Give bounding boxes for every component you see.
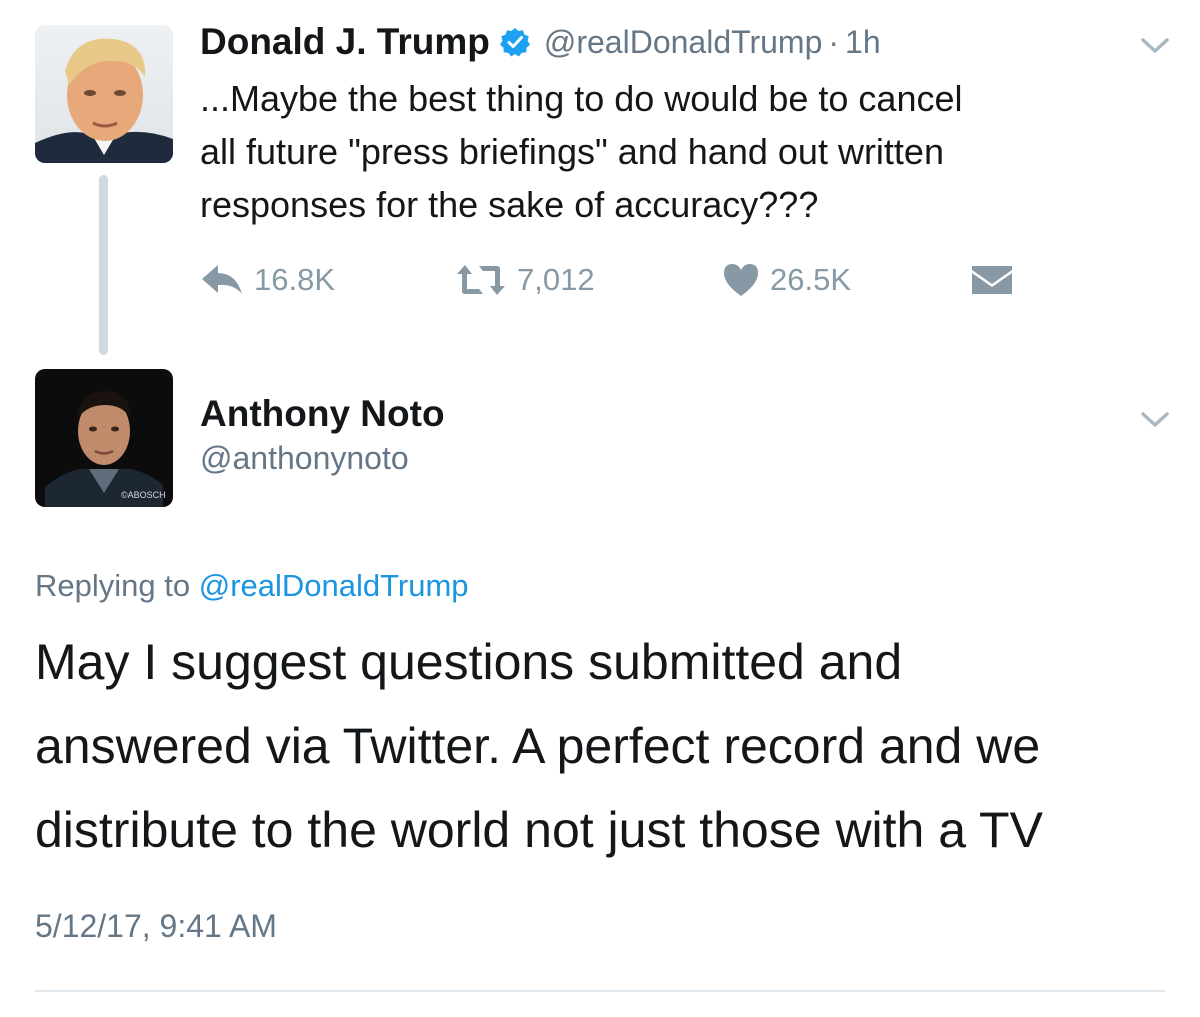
- replying-to-mention[interactable]: @realDonaldTrump: [199, 568, 469, 603]
- chevron-down-icon[interactable]: [1140, 36, 1170, 56]
- reply-text-line: answered via Twitter. A perfect record a…: [35, 718, 1041, 774]
- tweet-text-line: ...Maybe the best thing to do would be t…: [200, 78, 963, 119]
- separator-dot: ·: [828, 23, 840, 60]
- avatar-image: [35, 25, 173, 163]
- reply-author-handle[interactable]: @anthonynoto: [200, 440, 409, 477]
- author-name[interactable]: Donald J. Trump: [200, 21, 490, 63]
- retweet-button[interactable]: 7,012: [455, 258, 595, 302]
- verified-badge-icon: [499, 27, 530, 57]
- avatar-anthony-noto[interactable]: ©ABOSCH: [35, 369, 173, 507]
- tweet-action-bar: 16.8K 7,012 26.5K: [200, 258, 1040, 302]
- tweet-time[interactable]: 1h: [845, 24, 881, 61]
- tweet-header: Donald J. Trump @realDonaldTrump · 1h: [200, 18, 881, 66]
- tweet-text: ...Maybe the best thing to do would be t…: [200, 72, 1160, 231]
- reply-text-line: distribute to the world not just those w…: [35, 802, 1043, 858]
- reply-button[interactable]: 16.8K: [200, 258, 335, 302]
- reply-text: May I suggest questions submitted and an…: [35, 620, 1175, 872]
- retweet-count: 7,012: [517, 262, 595, 297]
- tweet-text-line: all future "press briefings" and hand ou…: [200, 131, 944, 172]
- chevron-down-icon[interactable]: [1140, 410, 1170, 430]
- author-handle[interactable]: @realDonaldTrump: [544, 24, 823, 61]
- reply-author-name[interactable]: Anthony Noto: [200, 393, 445, 435]
- like-count: 26.5K: [770, 262, 852, 297]
- reply-text-line: May I suggest questions submitted and: [35, 634, 903, 690]
- replying-to-label: Replying to: [35, 568, 191, 603]
- avatar-donald-trump[interactable]: [35, 25, 173, 163]
- retweet-icon: [457, 265, 505, 295]
- direct-message-icon: [972, 266, 1012, 294]
- heart-icon: [724, 264, 758, 296]
- reply-icon: [202, 265, 242, 294]
- tweet-text-line: responses for the sake of accuracy???: [200, 184, 819, 225]
- reply-count: 16.8K: [254, 262, 336, 297]
- replying-to-line: Replying to @realDonaldTrump: [35, 568, 469, 604]
- like-button[interactable]: 26.5K: [722, 258, 851, 302]
- reply-timestamp[interactable]: 5/12/17, 9:41 AM: [35, 908, 277, 945]
- direct-message-button[interactable]: [970, 258, 1024, 302]
- photo-watermark: ©ABOSCH: [121, 490, 166, 500]
- thread-connector-line: [99, 175, 108, 355]
- avatar-image: ©ABOSCH: [35, 369, 173, 507]
- divider: [35, 990, 1165, 992]
